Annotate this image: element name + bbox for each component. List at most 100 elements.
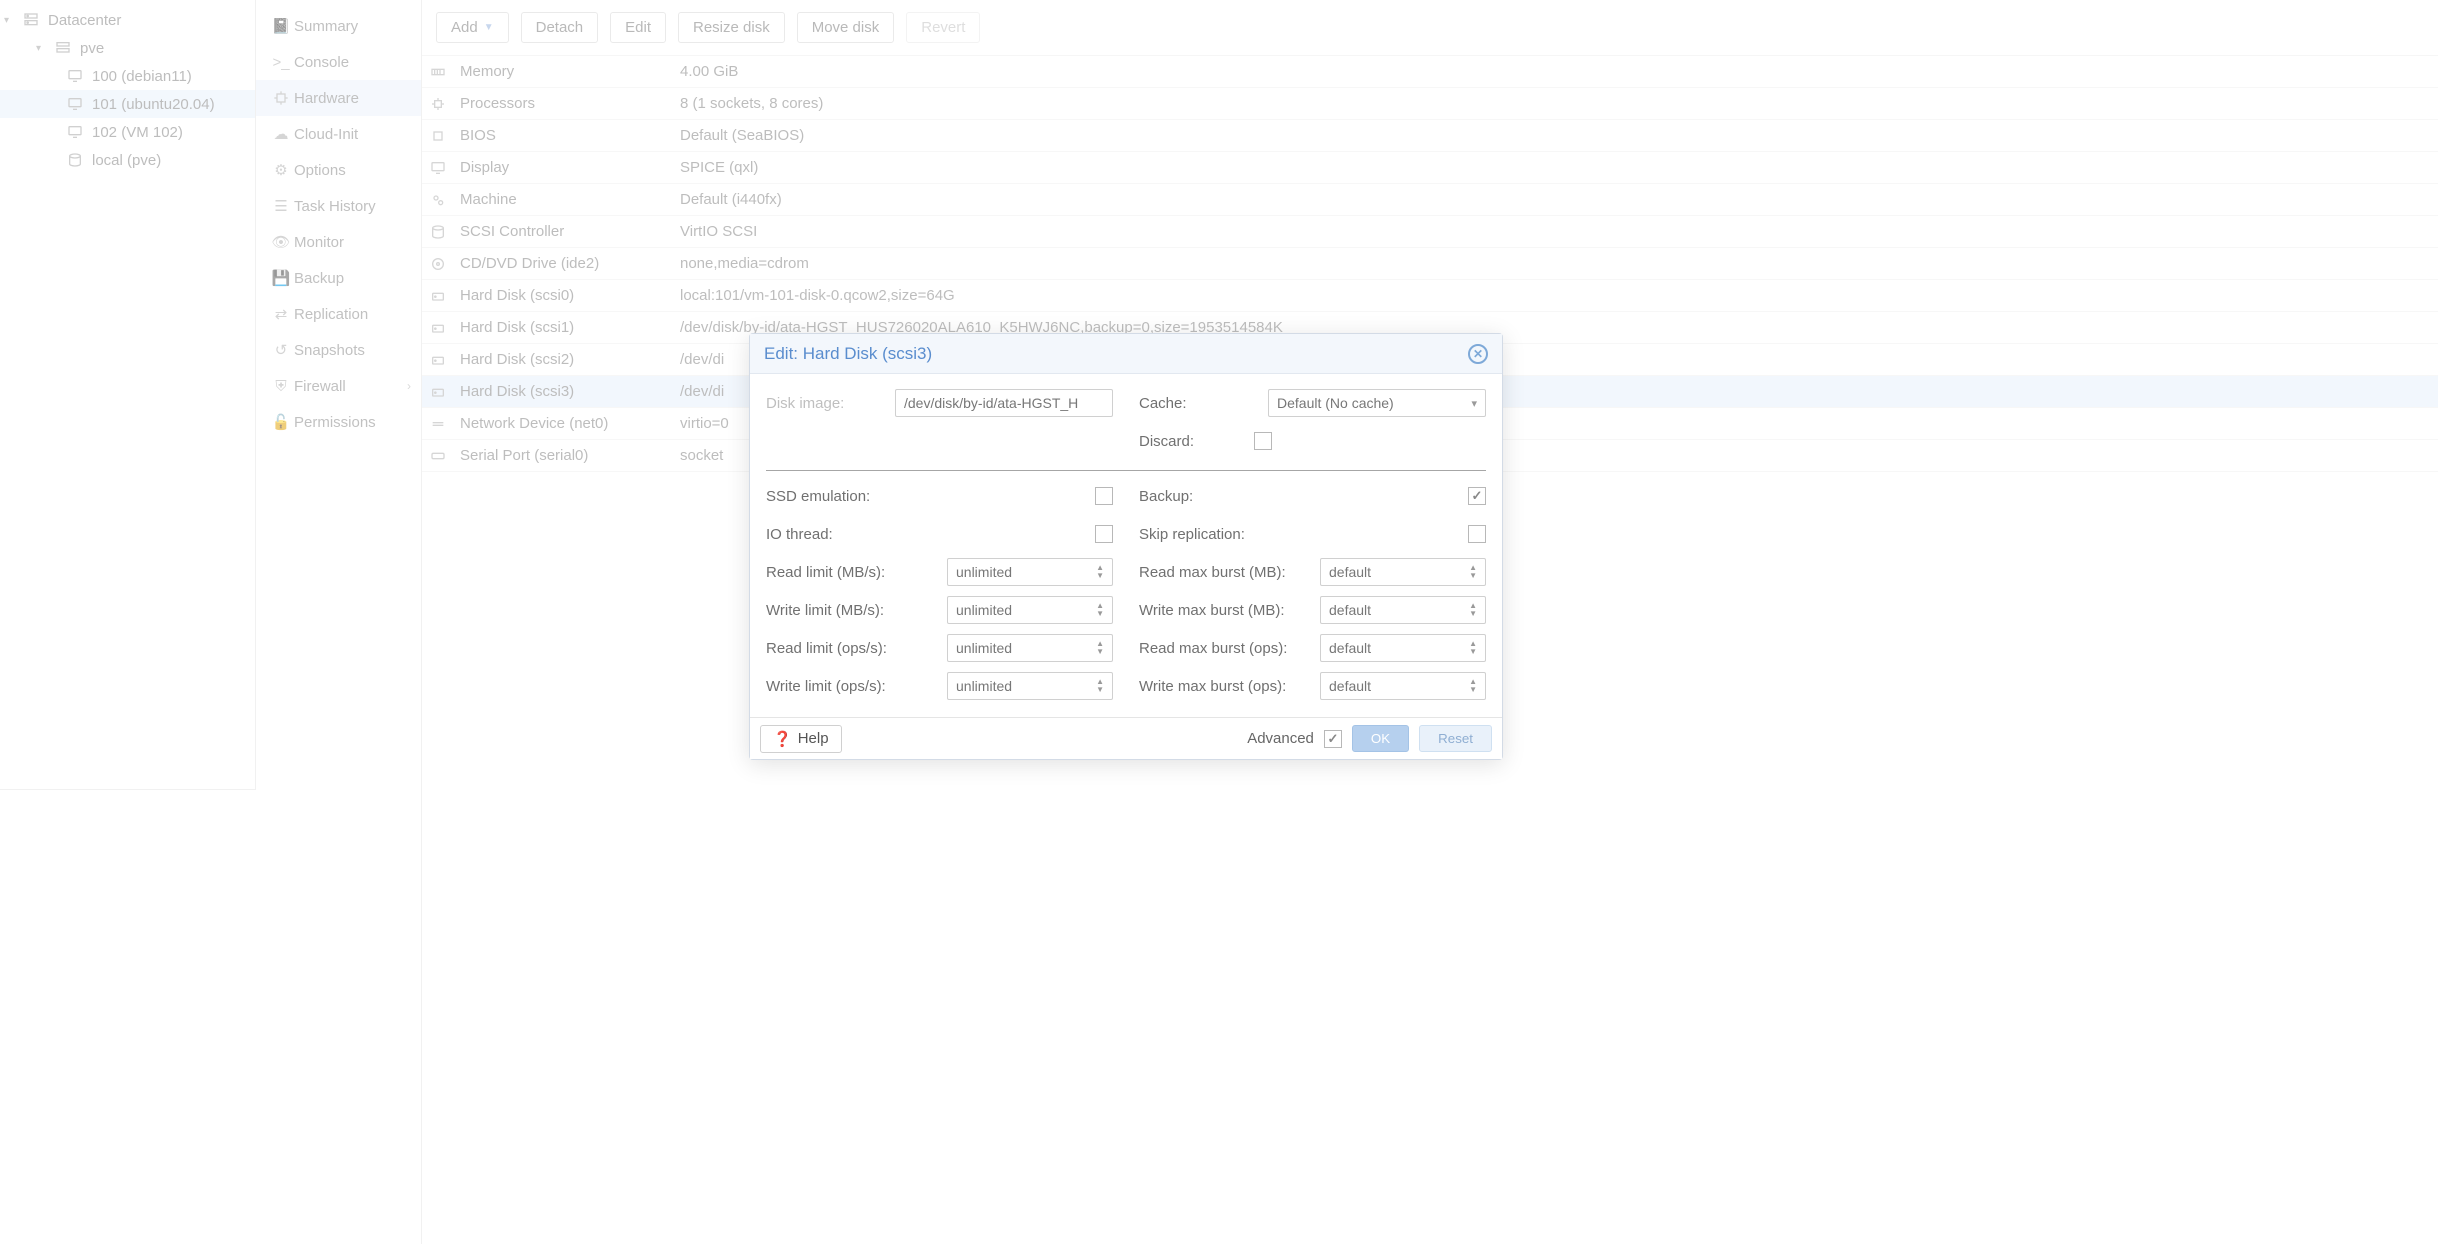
subnav-firewall[interactable]: ⛨Firewall› [256,368,421,404]
spin-value: default [1329,678,1371,694]
hardware-value: local:101/vm-101-disk-0.qcow2,size=64G [674,280,2438,312]
subnav-monitor[interactable]: 👁Monitor [256,224,421,260]
read-limit-mbs-input[interactable]: unlimited▲▼ [947,558,1113,586]
ok-button[interactable]: OK [1352,725,1409,752]
chip-icon [268,90,294,106]
hardware-toolbar: Add▼ Detach Edit Resize disk Move disk R… [422,0,2438,56]
save-icon: 💾 [268,269,294,287]
hdd-icon [422,344,454,376]
read-limit-mbs-label: Read limit (MB/s): [766,564,885,581]
hdd-icon [422,376,454,408]
spinner-icon: ▲▼ [1096,564,1104,580]
skip-replication-checkbox[interactable] [1468,525,1486,543]
memory-icon [422,56,454,88]
subnav-permissions[interactable]: 🔓Permissions [256,404,421,440]
revert-button[interactable]: Revert [906,12,980,43]
disc-icon [422,248,454,280]
advanced-checkbox[interactable] [1324,730,1342,748]
help-label: Help [798,730,829,747]
hardware-name: Serial Port (serial0) [454,440,674,472]
read-max-burst-mb-input[interactable]: default▲▼ [1320,558,1486,586]
discard-checkbox[interactable] [1254,432,1272,450]
kbd-icon [422,440,454,472]
list-icon: ☰ [268,197,294,215]
tree-vm-102[interactable]: 102 (VM 102) [0,118,255,146]
iothread-checkbox[interactable] [1095,525,1113,543]
read-limit-mbs-row: Read limit (MB/s): unlimited▲▼ [766,557,1113,587]
hardware-name: CD/DVD Drive (ide2) [454,248,674,280]
add-button[interactable]: Add▼ [436,12,509,43]
resize-disk-button[interactable]: Resize disk [678,12,785,43]
move-disk-button[interactable]: Move disk [797,12,895,43]
backup-label: Backup: [1139,488,1193,505]
monitor-icon [422,152,454,184]
write-limit-mbs-input[interactable]: unlimited▲▼ [947,596,1113,624]
subnav-cloudinit[interactable]: ☁Cloud-Init [256,116,421,152]
tree-storage-local[interactable]: local (pve) [0,146,255,174]
gear-icon: ⚙ [268,161,294,179]
cache-select[interactable]: Default (No cache) ▾ [1268,389,1486,417]
close-button[interactable]: ✕ [1468,344,1488,364]
tree-vm-100[interactable]: 100 (debian11) [0,62,255,90]
backup-checkbox[interactable] [1468,487,1486,505]
advanced-label: Advanced [1247,730,1314,747]
hardware-name: Processors [454,88,674,120]
swap-icon: ⇄ [268,305,294,323]
reset-button[interactable]: Reset [1419,725,1492,752]
write-limit-mbs-label: Write limit (MB/s): [766,602,884,619]
spin-value: default [1329,564,1371,580]
read-max-burst-mb-label: Read max burst (MB): [1139,564,1286,581]
add-label: Add [451,19,478,36]
spinner-icon: ▲▼ [1469,640,1477,656]
hdd-icon [422,280,454,312]
terminal-icon: >_ [268,54,294,71]
hardware-value: 4.00 GiB [674,56,2438,88]
subnav-backup[interactable]: 💾Backup [256,260,421,296]
cloud-icon: ☁ [268,125,294,143]
ssd-row: SSD emulation: [766,481,1113,511]
write-limit-ops-row: Write limit (ops/s): unlimited▲▼ [766,671,1113,701]
monitor-icon [64,68,86,84]
subnav-replication[interactable]: ⇄Replication [256,296,421,332]
subnav-label: Permissions [294,414,376,431]
spinner-icon: ▲▼ [1469,678,1477,694]
notebook-icon: 📓 [268,17,294,35]
cache-value: Default (No cache) [1277,395,1394,411]
write-max-burst-ops-row: Write max burst (ops): default ▲▼ [1139,671,1486,701]
subnav-console[interactable]: >_Console [256,44,421,80]
divider [766,470,1486,471]
subnav-hardware[interactable]: Hardware [256,80,421,116]
vm-subnav: 📓Summary >_Console Hardware ☁Cloud-Init … [256,0,422,1244]
help-button[interactable]: ❓Help [760,725,842,753]
subnav-summary[interactable]: 📓Summary [256,8,421,44]
subnav-snapshots[interactable]: ↺Snapshots [256,332,421,368]
discard-label: Discard: [1139,433,1194,450]
tree-root[interactable]: ▾ Datacenter [0,6,255,34]
edit-button[interactable]: Edit [610,12,666,43]
hardware-name: Memory [454,56,674,88]
expand-toggle-icon[interactable]: ▾ [36,43,50,54]
read-limit-ops-input[interactable]: unlimited▲▼ [947,634,1113,662]
disk-image-row: Disk image: [766,388,1113,418]
subnav-label: Task History [294,198,376,215]
cpu-icon [422,88,454,120]
ssd-checkbox[interactable] [1095,487,1113,505]
hardware-name: BIOS [454,120,674,152]
write-max-burst-ops-input[interactable]: default ▲▼ [1320,672,1486,700]
tree-item-label: 100 (debian11) [92,68,192,85]
hardware-name: Display [454,152,674,184]
write-max-burst-mb-input[interactable]: default▲▼ [1320,596,1486,624]
read-max-burst-ops-input[interactable]: default▲▼ [1320,634,1486,662]
detach-button[interactable]: Detach [521,12,599,43]
subnav-label: Monitor [294,234,344,251]
subnav-options[interactable]: ⚙Options [256,152,421,188]
subnav-taskhistory[interactable]: ☰Task History [256,188,421,224]
spin-value: unlimited [956,640,1012,656]
write-max-burst-ops-label: Write max burst (ops): [1139,678,1286,695]
tree-node[interactable]: ▾ pve [0,34,255,62]
tree-vm-101[interactable]: 101 (ubuntu20.04) [0,90,255,118]
disk-image-input[interactable] [895,389,1113,417]
unlock-icon: 🔓 [268,413,294,431]
expand-toggle-icon[interactable]: ▾ [4,15,18,26]
write-limit-ops-input[interactable]: unlimited▲▼ [947,672,1113,700]
